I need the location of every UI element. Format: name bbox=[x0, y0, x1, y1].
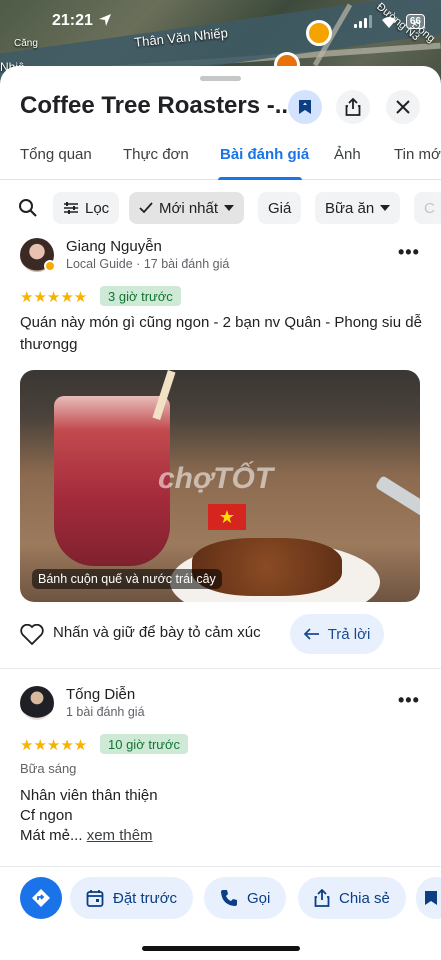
heart-icon[interactable] bbox=[20, 624, 44, 645]
close-icon bbox=[396, 100, 410, 114]
meal-chip-label: Bữa ăn bbox=[325, 199, 375, 217]
place-bottom-sheet: Coffee Tree Roasters -... Tổng quan Thực… bbox=[0, 66, 441, 960]
review-text-line-last: Mát mẻ... xem thêm bbox=[20, 825, 425, 847]
status-icons: 66 bbox=[353, 14, 425, 29]
calendar-icon bbox=[86, 890, 104, 907]
phone-icon bbox=[221, 890, 237, 906]
price-chip-label: Giá bbox=[268, 199, 292, 217]
review-text-line: Cf ngon bbox=[20, 807, 73, 824]
tab-menu[interactable]: Thực đơn bbox=[123, 146, 189, 163]
reaction-hint[interactable]: Nhấn và giữ để bày tỏ cảm xúc bbox=[53, 624, 261, 641]
more-filter-chip-label: C bbox=[424, 199, 435, 217]
tab-overview[interactable]: Tổng quan bbox=[20, 146, 92, 163]
more-options-icon[interactable]: ••• bbox=[398, 242, 420, 263]
directions-button[interactable] bbox=[20, 877, 62, 919]
flag-icon: ★ bbox=[208, 504, 246, 530]
search-icon[interactable] bbox=[18, 198, 38, 218]
call-label: Gọi bbox=[247, 889, 271, 907]
reviewer-name[interactable]: Tống Diễn bbox=[66, 686, 135, 703]
meal-tag: Bữa sáng bbox=[20, 761, 77, 776]
tab-reviews[interactable]: Bài đánh giá bbox=[220, 146, 309, 163]
more-options-icon[interactable]: ••• bbox=[398, 690, 420, 711]
review-filters: Lọc Mới nhất Giá Bữa ăn C bbox=[0, 192, 441, 226]
reply-arrow-icon bbox=[303, 628, 319, 640]
bookmark-icon bbox=[425, 891, 437, 905]
book-button[interactable]: Đặt trước bbox=[70, 877, 194, 919]
tab-photos[interactable]: Ảnh bbox=[334, 146, 361, 163]
cellular-signal-icon bbox=[353, 15, 372, 28]
place-tabs: Tổng quan Thực đơn Bài đánh giá Ảnh Tin … bbox=[0, 138, 441, 180]
status-time: 21:21 bbox=[52, 12, 93, 29]
price-chip[interactable]: Giá bbox=[258, 192, 302, 224]
review-photo[interactable]: ★ chợTỐT Bánh cuộn quế và nước trái cây bbox=[20, 370, 420, 602]
reviewer-meta: Local Guide · 17 bài đánh giá bbox=[66, 257, 230, 271]
review-divider bbox=[0, 668, 441, 669]
review-item: Giang Nguyễn Local Guide · 17 bài đánh g… bbox=[0, 236, 441, 666]
check-icon bbox=[139, 202, 153, 214]
active-tab-indicator bbox=[218, 177, 302, 180]
review-text-line: Mát mẻ... bbox=[20, 827, 83, 844]
wifi-icon bbox=[381, 16, 396, 28]
caret-down-icon bbox=[224, 205, 235, 211]
location-arrow-icon bbox=[99, 14, 111, 26]
sort-chip-label: Mới nhất bbox=[159, 199, 219, 217]
share-icon bbox=[314, 889, 330, 907]
filter-chip[interactable]: Lọc bbox=[53, 192, 120, 224]
save-button[interactable] bbox=[288, 90, 322, 124]
bookmark-icon bbox=[299, 100, 311, 114]
reaction-row: Nhấn và giữ để bày tỏ cảm xúc Trả lời bbox=[20, 614, 420, 654]
call-button[interactable]: Gọi bbox=[204, 877, 287, 919]
photo-watermark: chợTỐT bbox=[158, 462, 274, 495]
share-button[interactable] bbox=[336, 90, 370, 124]
share-place-button[interactable]: Chia sẻ bbox=[298, 877, 406, 919]
save-place-button[interactable] bbox=[416, 877, 441, 919]
map-area-label: Căng bbox=[14, 38, 38, 49]
review-time-badge: 10 giờ trước bbox=[100, 734, 188, 754]
rating-stars: ★★★★★ bbox=[20, 737, 88, 754]
battery-indicator: 66 bbox=[405, 14, 425, 29]
reviewer-name[interactable]: Giang Nguyễn bbox=[66, 238, 162, 255]
map-pin-icon[interactable] bbox=[306, 20, 332, 46]
drink-glass-shape bbox=[54, 396, 170, 566]
review-time-badge: 3 giờ trước bbox=[100, 286, 181, 306]
close-button[interactable] bbox=[386, 90, 420, 124]
meal-chip[interactable]: Bữa ăn bbox=[315, 192, 401, 224]
review-text-line: Nhân viên thân thiện bbox=[20, 787, 158, 804]
tab-updates[interactable]: Tin mới bbox=[394, 146, 441, 163]
reviewer-meta: 1 bài đánh giá bbox=[66, 705, 145, 719]
reply-button[interactable]: Trả lời bbox=[290, 614, 384, 654]
review-text: Quán này món gì cũng ngon - 2 bạn nv Quâ… bbox=[20, 314, 422, 353]
review-item: Tống Diễn 1 bài đánh giá ••• ★★★★★ 10 gi… bbox=[0, 686, 441, 876]
sort-newest-chip[interactable]: Mới nhất bbox=[129, 192, 245, 224]
filter-chip-label: Lọc bbox=[85, 199, 110, 217]
see-more-link[interactable]: xem thêm bbox=[87, 827, 153, 844]
avatar[interactable] bbox=[20, 686, 54, 720]
photo-caption: Bánh cuộn quế và nước trái cây bbox=[32, 569, 222, 589]
home-indicator[interactable] bbox=[142, 946, 300, 951]
rating-stars: ★★★★★ bbox=[20, 289, 88, 306]
reply-label: Trả lời bbox=[327, 625, 371, 643]
book-label: Đặt trước bbox=[113, 889, 178, 907]
share-label: Chia sẻ bbox=[339, 889, 390, 907]
place-title[interactable]: Coffee Tree Roasters -... bbox=[20, 92, 295, 120]
fork-shape bbox=[374, 475, 420, 519]
local-guide-badge-icon bbox=[44, 260, 56, 272]
more-filter-chip[interactable]: C bbox=[414, 192, 441, 224]
filter-sliders-icon bbox=[64, 202, 78, 214]
sheet-drag-handle[interactable] bbox=[200, 76, 241, 81]
share-icon bbox=[345, 98, 361, 116]
caret-down-icon bbox=[380, 205, 391, 211]
directions-icon bbox=[32, 889, 50, 907]
place-header: Coffee Tree Roasters -... bbox=[20, 90, 430, 124]
